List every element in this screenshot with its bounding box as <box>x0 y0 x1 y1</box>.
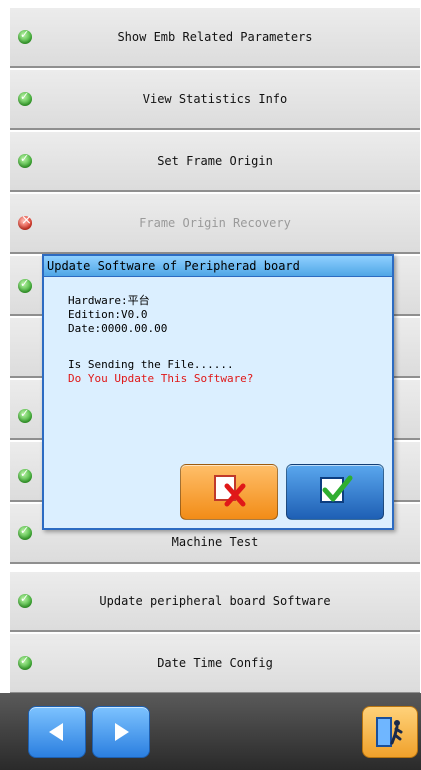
menu-item-label: Date Time Config <box>157 656 273 670</box>
previous-page-button[interactable] <box>28 706 86 758</box>
confirm-button[interactable] <box>286 464 384 520</box>
menu-item-frame-origin-recovery[interactable]: Frame Origin Recovery <box>10 194 420 254</box>
menu-item-show-emb-parameters[interactable]: Show Emb Related Parameters <box>10 8 420 68</box>
cancel-icon <box>209 472 249 512</box>
update-software-dialog: Update Software of Peripherad board Hard… <box>42 254 394 530</box>
next-page-button[interactable] <box>92 706 150 758</box>
dialog-body: Hardware:平台 Edition:V0.0 Date:0000.00.00… <box>68 294 253 386</box>
date-text: Date:0000.00.00 <box>68 322 168 335</box>
exit-button[interactable] <box>362 706 418 758</box>
sending-status-text: Is Sending the File...... <box>68 358 234 371</box>
status-green-icon <box>18 407 32 423</box>
menu-item-label: Set Frame Origin <box>157 154 273 168</box>
bottom-toolbar <box>0 693 421 770</box>
menu-item-set-frame-origin[interactable]: Set Frame Origin <box>10 132 420 192</box>
menu-item-label: View Statistics Info <box>142 92 288 106</box>
menu-item-label: Frame Origin Recovery <box>139 216 291 230</box>
confirm-icon <box>315 472 355 512</box>
menu-item-update-peripheral-software[interactable]: Update peripheral board Software <box>10 572 420 632</box>
menu-item-label: Machine Test <box>171 535 259 549</box>
menu-item-view-statistics[interactable]: View Statistics Info <box>10 70 420 130</box>
dialog-title: Update Software of Peripherad board <box>44 256 392 277</box>
update-question-text: Do You Update This Software? <box>68 372 254 385</box>
cancel-button[interactable] <box>180 464 278 520</box>
hardware-text: Hardware:平台 <box>68 294 150 307</box>
status-green-icon <box>18 467 32 483</box>
edition-text: Edition:V0.0 <box>68 308 148 321</box>
menu-item-date-time-config[interactable]: Date Time Config <box>10 634 420 694</box>
menu-item-label: Update peripheral board Software <box>99 594 331 608</box>
menu-item-label: Show Emb Related Parameters <box>117 30 313 44</box>
status-green-icon <box>18 277 32 293</box>
